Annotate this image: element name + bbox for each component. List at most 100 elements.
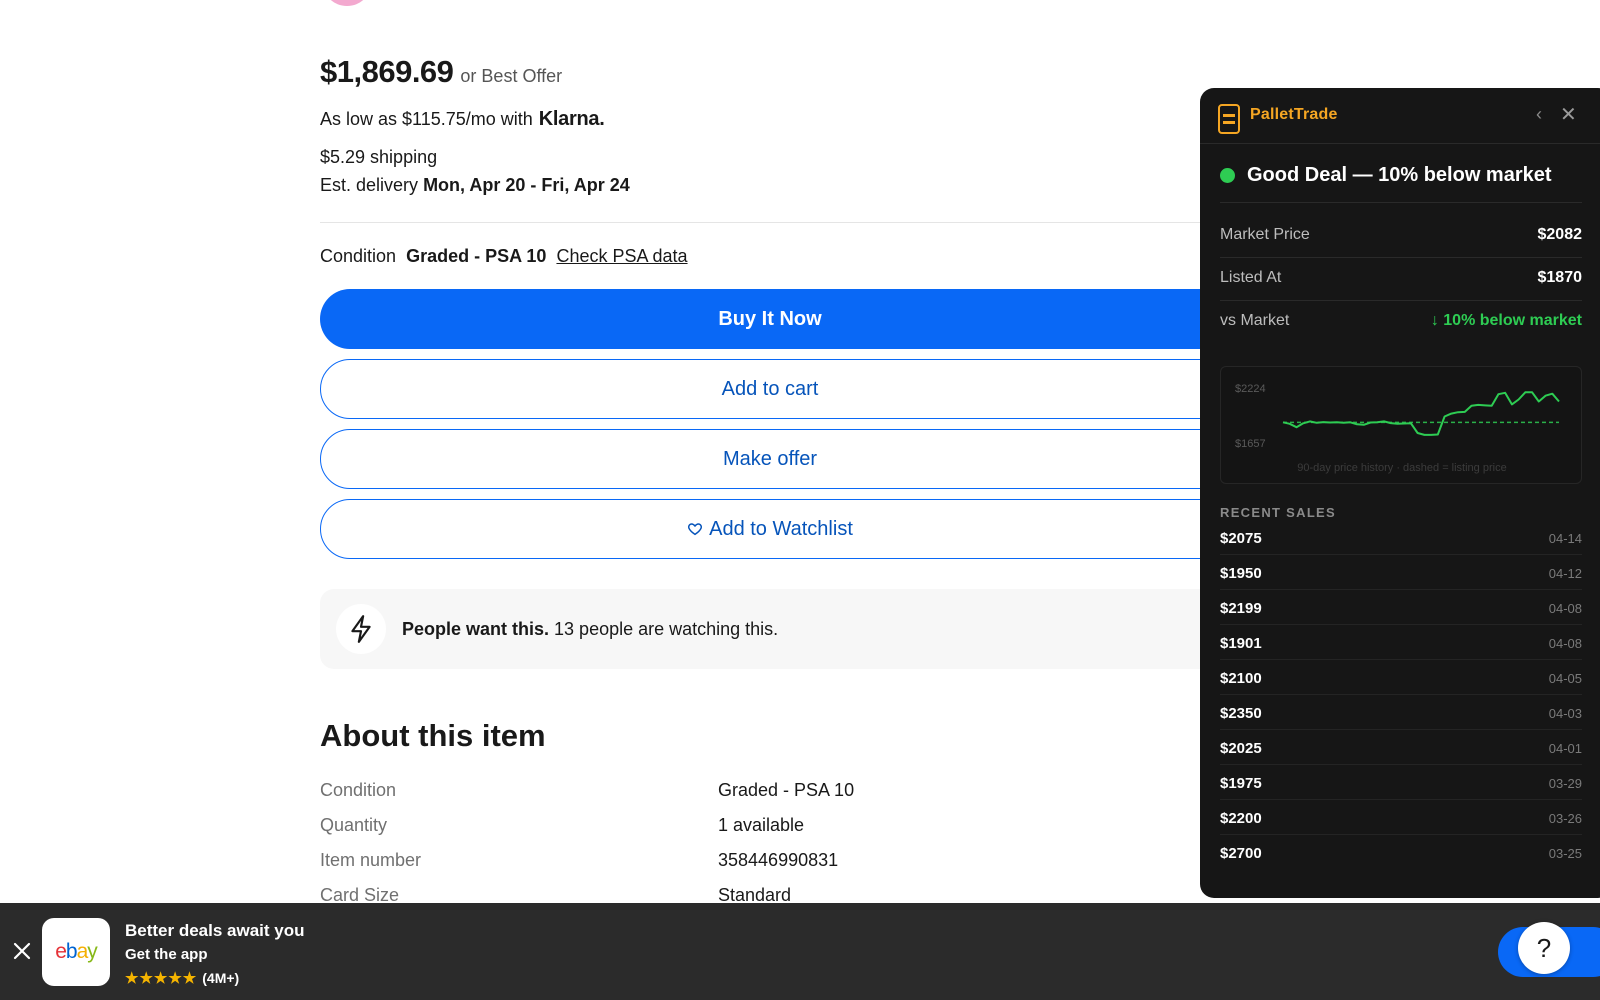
banner-title: Better deals await you — [125, 921, 305, 940]
deal-verdict: Good Deal — 10% below market — [1220, 164, 1552, 187]
help-button[interactable]: ? — [1518, 922, 1570, 974]
metric-label: Listed At — [1220, 269, 1282, 286]
metric-value: ↓ 10% below market — [1430, 312, 1582, 329]
pallettrade-panel: PalletTrade ‹ ✕ Good Deal — 10% below ma… — [1200, 88, 1600, 898]
metric-label: Market Price — [1220, 226, 1310, 243]
recent-sale-row: $2700 03-25 — [1220, 835, 1582, 870]
divider — [1220, 202, 1582, 203]
signal-detail: 13 people are watching this. — [549, 618, 779, 639]
sale-date: 03-29 — [1548, 776, 1582, 791]
klarna-text: As low as $115.75/mo with — [320, 109, 533, 129]
add-to-cart-button[interactable]: Add to cart — [320, 359, 1280, 419]
item-price: $1,869.69 — [320, 54, 454, 89]
app-rating: ★★★★★ (4M+) — [125, 969, 239, 987]
metric-value: $1870 — [1537, 269, 1583, 286]
sale-date: 04-05 — [1548, 671, 1582, 686]
add-to-cart-label: Add to cart — [721, 377, 819, 400]
signal-bold: People want this. — [402, 618, 550, 639]
ebay-app-logo: ebay — [42, 918, 110, 986]
verdict-text: Good Deal — 10% below market — [1247, 164, 1552, 186]
sale-date: 04-08 — [1548, 601, 1582, 616]
signal-text: People want this. 13 people are watching… — [402, 619, 778, 640]
close-panel-icon[interactable]: ✕ — [1560, 102, 1577, 127]
sale-price: $1950 — [1220, 565, 1262, 582]
make-offer-label: Make offer — [722, 447, 818, 470]
recent-sale-row: $1950 04-12 — [1220, 555, 1582, 590]
delivery-range: Mon, Apr 20 - Fri, Apr 24 — [423, 175, 630, 195]
heart-icon — [688, 523, 703, 536]
pallettrade-logo-icon — [1218, 104, 1240, 134]
spec-label: Condition — [320, 780, 397, 800]
rating-count: (4M+) — [202, 970, 240, 986]
pallettrade-name: PalletTrade — [1250, 106, 1338, 123]
sale-date: 04-08 — [1548, 636, 1582, 651]
recent-sale-row: $2200 03-26 — [1220, 800, 1582, 835]
klarna-logo[interactable]: Klarna. — [539, 108, 605, 131]
banner-subtitle[interactable]: Get the app — [125, 946, 208, 963]
klarna-financing: As low as $115.75/mo with Klarna. — [320, 108, 605, 131]
metric-market-price: Market Price $2082 — [1220, 214, 1582, 258]
sale-price: $1975 — [1220, 775, 1262, 792]
price-history-svg: $2224 $1657 90-day price history · dashed … — [1235, 383, 1560, 474]
bolt-icon-wrapper — [336, 604, 386, 654]
metric-listed-at: Listed At $1870 — [1220, 257, 1582, 301]
metric-vs-market: vs Market ↓ 10% below market — [1220, 300, 1582, 344]
recent-sale-row: $1901 04-08 — [1220, 625, 1582, 660]
collapse-chevron-icon[interactable]: ‹ — [1536, 104, 1542, 125]
price-history-line — [1282, 391, 1560, 436]
recent-sale-row: $2075 04-14 — [1220, 520, 1582, 555]
add-to-watchlist-label: Add to Watchlist — [709, 517, 853, 540]
about-item-heading: About this item — [320, 718, 546, 753]
recent-sales-list: $2075 04-14 $1950 04-12 $2199 04-08 $1901 04-08… — [1220, 520, 1582, 870]
recent-sale-row: $2025 04-01 — [1220, 730, 1582, 765]
condition-value: Graded - PSA 10 — [406, 246, 547, 266]
add-to-watchlist-button[interactable]: Add to Watchlist — [320, 499, 1280, 559]
condition-row: Condition Graded - PSA 10 Check PSA data — [320, 246, 688, 267]
check-psa-data-link[interactable]: Check PSA data — [556, 246, 687, 267]
sale-price: $2025 — [1220, 740, 1262, 757]
sale-price: $2075 — [1220, 530, 1262, 547]
spec-value: 1 available — [718, 815, 805, 835]
make-offer-button[interactable]: Make offer — [320, 429, 1280, 489]
recent-sale-row: $1975 03-29 — [1220, 765, 1582, 800]
app-promo-banner: ebay Better deals await you Get the app … — [0, 903, 1600, 1000]
delivery-label: Est. delivery — [320, 175, 419, 195]
urgency-signal: People want this. 13 people are watching… — [320, 589, 1240, 669]
buy-it-now-label: Buy It Now — [718, 307, 822, 330]
recent-sale-row: $2350 04-03 — [1220, 695, 1582, 730]
sale-date: 04-03 — [1548, 706, 1582, 721]
spec-value: 358446990831 — [718, 850, 839, 870]
status-dot-icon — [1220, 168, 1235, 183]
sale-price: $2200 — [1220, 810, 1262, 827]
recent-sales-heading: RECENT SALES — [1220, 505, 1337, 520]
y-tick-label: $1657 — [1235, 438, 1266, 450]
spec-label: Quantity — [320, 815, 388, 835]
sale-price: $2700 — [1220, 845, 1262, 862]
spec-value: Graded - PSA 10 — [718, 780, 855, 800]
seller-avatar — [322, 0, 372, 6]
y-tick-label: $2224 — [1235, 383, 1266, 395]
divider — [320, 222, 1220, 223]
shipping-cost: $5.29 shipping — [320, 147, 438, 167]
recent-sale-row: $2100 04-05 — [1220, 660, 1582, 695]
sale-price: $1901 — [1220, 635, 1262, 652]
sale-price: $2199 — [1220, 600, 1262, 617]
chart-caption: 90-day price history · dashed = listing … — [1297, 462, 1506, 474]
close-banner-icon[interactable] — [10, 939, 34, 963]
sale-date: 04-01 — [1548, 741, 1582, 756]
panel-header: PalletTrade ‹ ✕ — [1200, 88, 1600, 144]
buy-it-now-button[interactable]: Buy It Now — [320, 289, 1280, 349]
recent-sale-row: $2199 04-08 — [1220, 590, 1582, 625]
spec-label: Item number — [320, 850, 422, 870]
sale-price: $2100 — [1220, 670, 1262, 687]
price-history-chart: $2224 $1657 90-day price history · dashed … — [1220, 366, 1582, 484]
price-row: $1,869.69 or Best Offer — [320, 54, 562, 90]
sale-date: 04-14 — [1548, 531, 1582, 546]
sale-date: 03-25 — [1548, 846, 1582, 861]
estimated-delivery: Est. delivery Mon, Apr 20 - Fri, Apr 24 — [320, 175, 630, 196]
sale-date: 03-26 — [1548, 811, 1582, 826]
lightning-bolt-icon — [351, 615, 371, 643]
sale-date: 04-12 — [1548, 566, 1582, 581]
rating-stars-icon: ★★★★★ — [125, 970, 198, 987]
best-offer-label: or Best Offer — [460, 66, 563, 86]
